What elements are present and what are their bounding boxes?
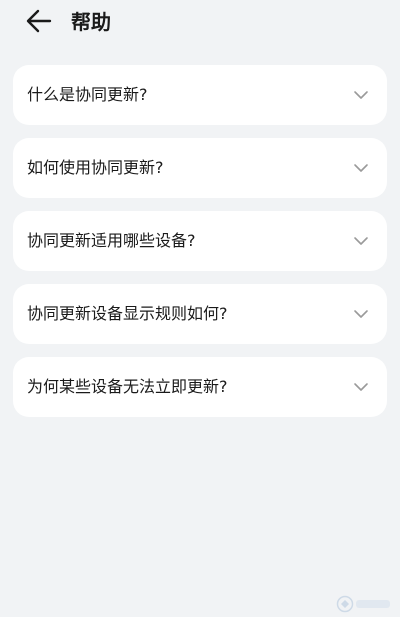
chevron-down-icon [353,380,369,394]
faq-item-supported-devices[interactable]: 协同更新适用哪些设备? [13,211,387,271]
faq-item-cannot-update[interactable]: 为何某些设备无法立即更新? [13,357,387,417]
chevron-down-icon [353,307,369,321]
chevron-down-icon [353,88,369,102]
faq-item-what-is[interactable]: 什么是协同更新? [13,65,387,125]
chevron-down-icon [353,161,369,175]
arrow-left-icon [22,6,56,36]
app-header: 帮助 [0,0,400,44]
page-title: 帮助 [71,10,111,34]
faq-item-label: 协同更新设备显示规则如何? [27,304,228,323]
faq-item-label: 协同更新适用哪些设备? [27,231,196,250]
back-button[interactable] [22,6,56,36]
faq-item-how-to-use[interactable]: 如何使用协同更新? [13,138,387,198]
watermark-logo [336,595,394,613]
faq-list: 什么是协同更新? 如何使用协同更新? 协同更新适用哪些设备? 协同更新设备显示规… [13,65,387,430]
faq-item-label: 如何使用协同更新? [27,158,164,177]
chevron-down-icon [353,234,369,248]
faq-item-display-rules[interactable]: 协同更新设备显示规则如何? [13,284,387,344]
faq-item-label: 为何某些设备无法立即更新? [27,377,228,396]
faq-item-label: 什么是协同更新? [27,85,148,104]
